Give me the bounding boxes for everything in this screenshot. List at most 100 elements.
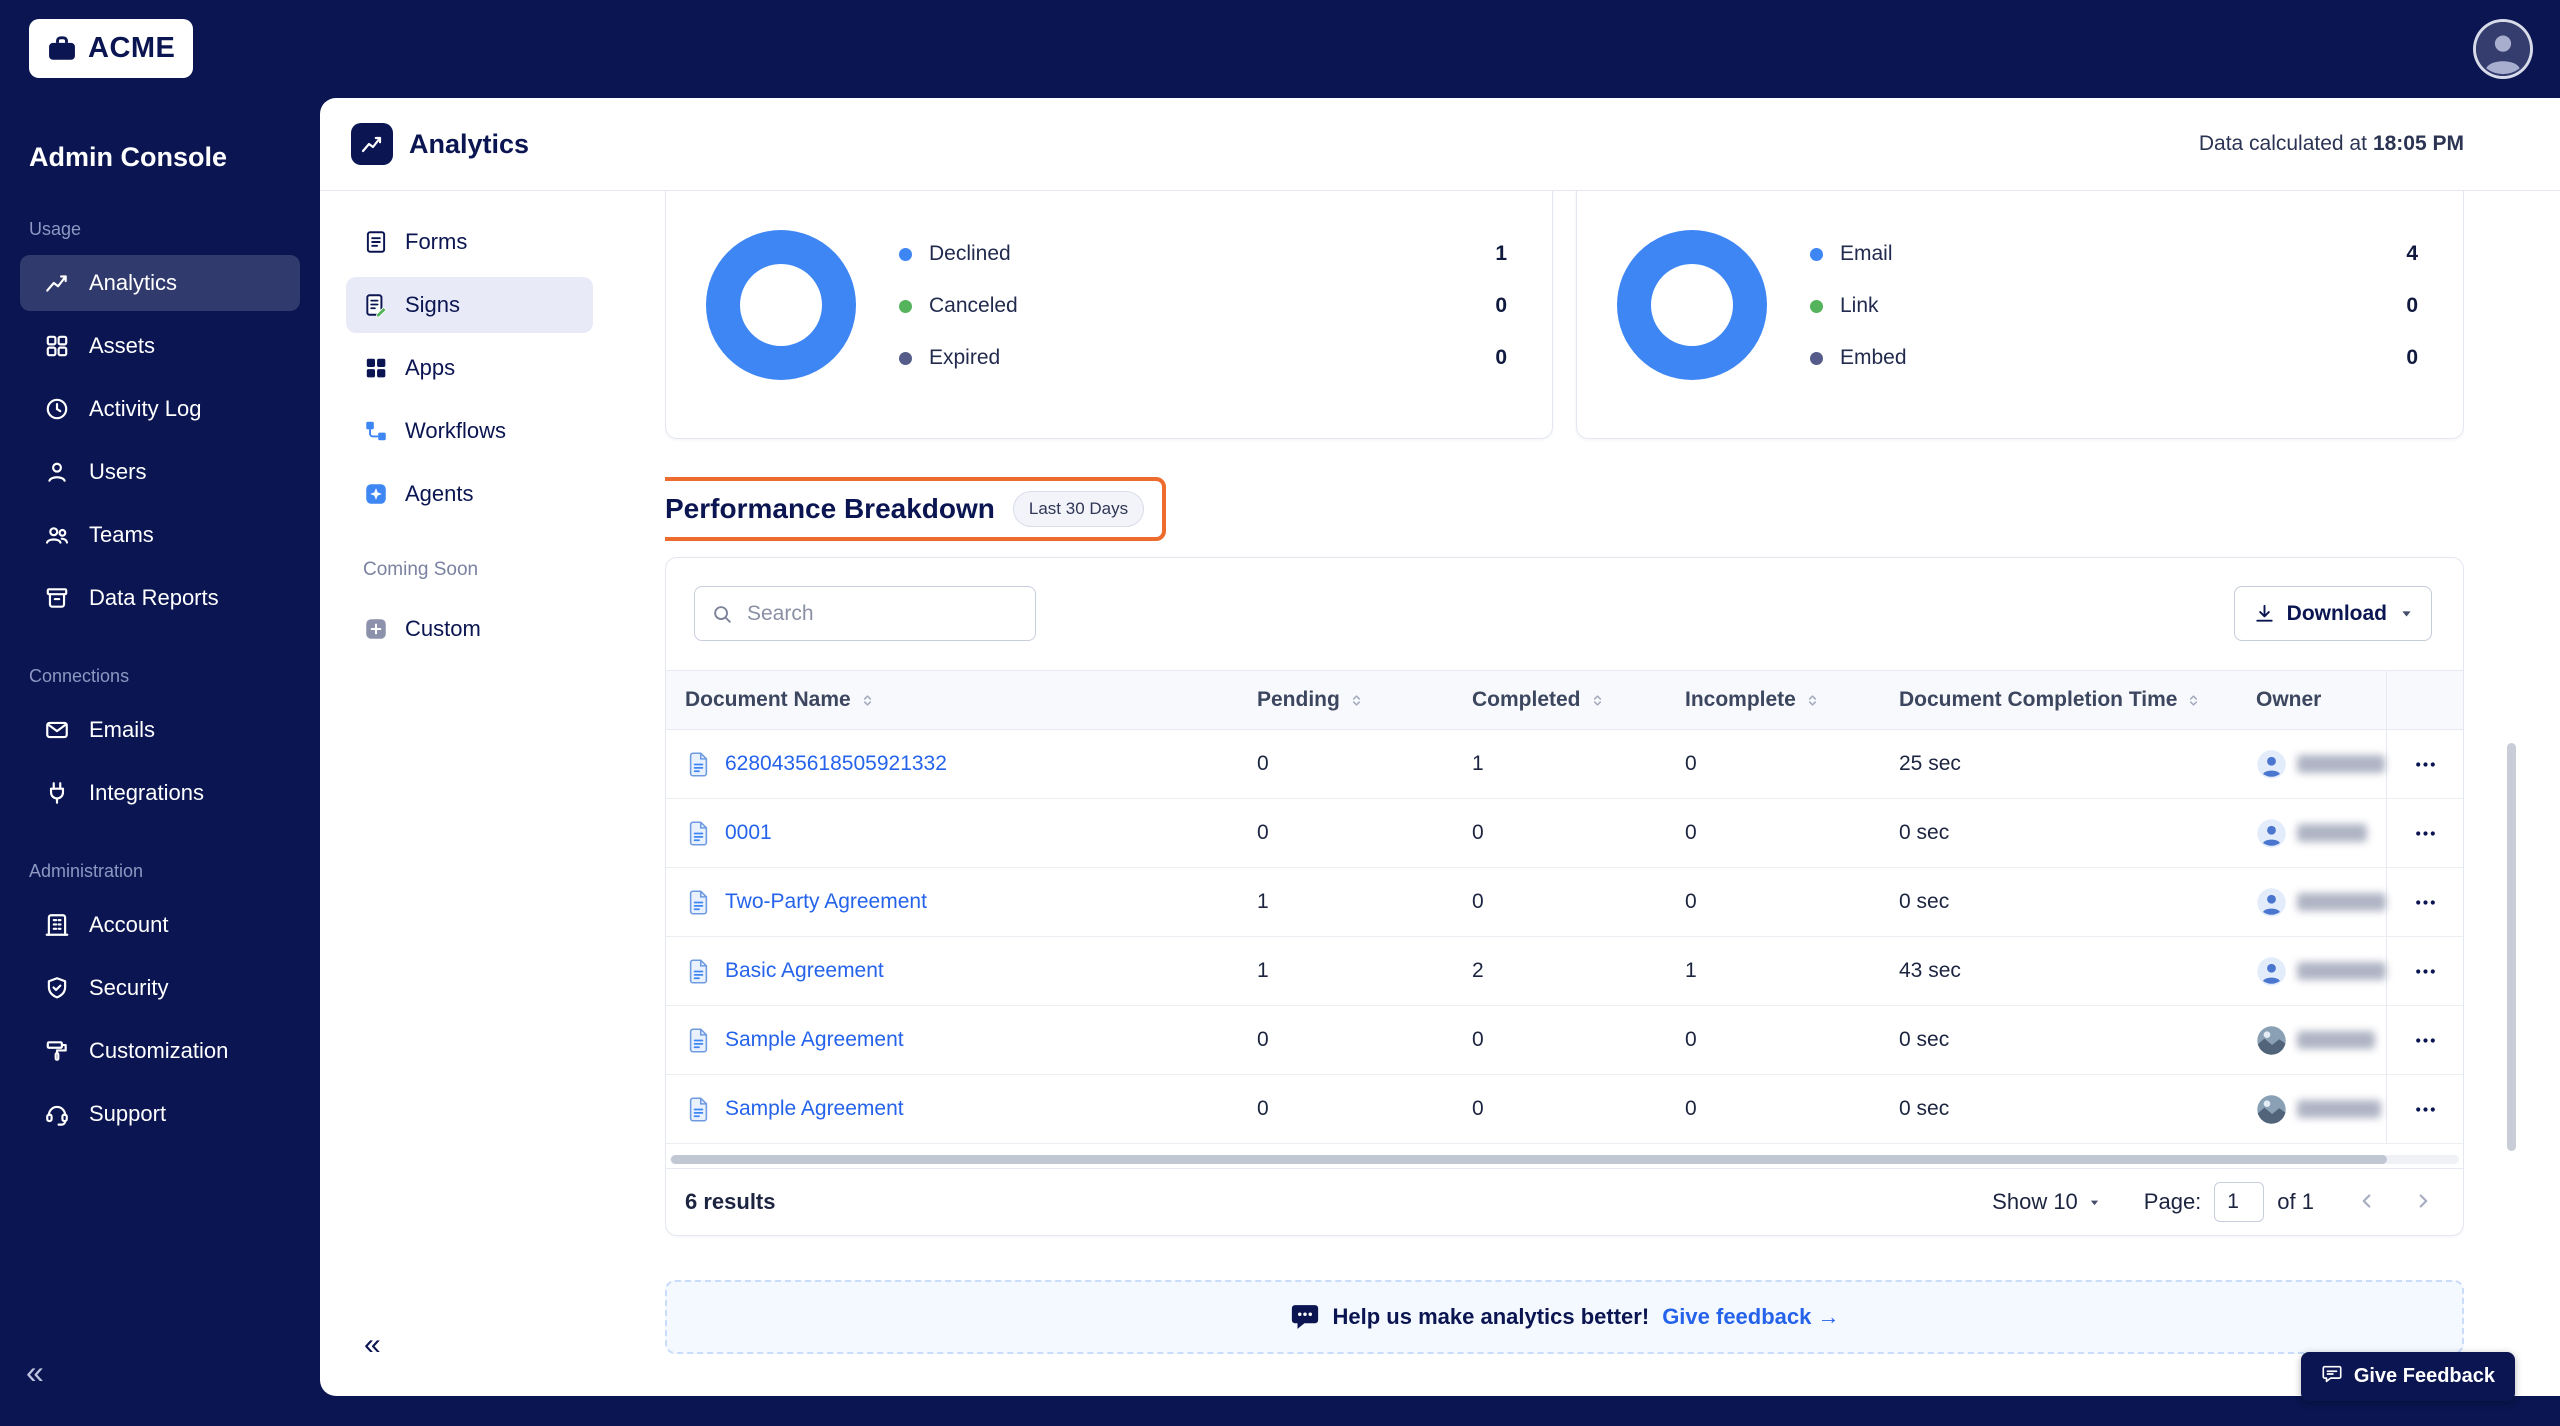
sidebar-item-label: Integrations: [89, 780, 204, 805]
donut-chart: [1617, 230, 1767, 380]
sidebar-item-activity-log[interactable]: Activity Log: [20, 381, 300, 437]
sidebar-item-label: Account: [89, 912, 169, 937]
column-header-document-name[interactable]: Document Name: [666, 671, 1238, 729]
owner-name-redacted: [2297, 755, 2385, 773]
subnav-item-label: Workflows: [405, 418, 507, 443]
give-feedback-button[interactable]: Give Feedback: [2300, 1352, 2515, 1401]
column-header-actions: [2386, 671, 2463, 729]
customization-icon: [44, 1038, 70, 1064]
next-page-button[interactable]: [2410, 1189, 2436, 1215]
cell-pending: 0: [1257, 1028, 1269, 1051]
sidebar-item-data-reports[interactable]: Data Reports: [20, 570, 300, 626]
subnav-item-apps[interactable]: Apps: [346, 340, 593, 396]
document-name-link[interactable]: Two-Party Agreement: [725, 890, 927, 914]
document-name-link[interactable]: 0001: [725, 821, 772, 845]
legend-label: Email: [1840, 242, 1893, 265]
donut-chart: [706, 230, 856, 380]
acme-logo[interactable]: ACME: [29, 19, 194, 78]
feedback-banner: Help us make analytics better! Give feed…: [665, 1280, 2464, 1354]
document-name-link[interactable]: Sample Agreement: [725, 1097, 904, 1121]
actions-cell: [2386, 868, 2463, 936]
cell-completion_time: 0 sec: [1899, 821, 1950, 844]
sidebar-item-teams[interactable]: Teams: [20, 507, 300, 563]
sidebar: Admin Console Usage Analytics Assets Activi…: [0, 98, 320, 1426]
column-header-owner: Owner: [2237, 671, 2386, 729]
column-header-document-completion-time[interactable]: Document Completion Time: [1880, 671, 2237, 729]
sidebar-item-emails[interactable]: Emails: [20, 702, 300, 758]
row-actions-button[interactable]: [2407, 1091, 2444, 1128]
previous-page-button[interactable]: [2354, 1189, 2380, 1215]
sort-icon: [860, 693, 875, 708]
legend-dot: [1810, 351, 1823, 365]
cell-completed: 1: [1472, 752, 1484, 775]
document-name-link[interactable]: Sample Agreement: [725, 1028, 904, 1052]
subnav-item-workflows[interactable]: Workflows: [346, 403, 593, 459]
cell-completion_time: 25 sec: [1899, 752, 1961, 775]
annotation-highlight-box: Performance Breakdown Last 30 Days: [665, 477, 1167, 541]
cell-pending: 0: [1257, 752, 1269, 775]
cell-completed: 0: [1472, 1028, 1484, 1051]
actions-cell: [2386, 1075, 2463, 1143]
table-header-row: Document Name Pending Completed Incomplete D…: [666, 670, 2463, 730]
sidebar-item-analytics[interactable]: Analytics: [20, 255, 300, 311]
user-avatar[interactable]: [2476, 22, 2530, 76]
owner-cell: [2237, 868, 2386, 936]
document-icon: [685, 1096, 712, 1123]
document-name-cell: Two-Party Agreement: [666, 868, 1238, 936]
page-number-input[interactable]: [2214, 1182, 2265, 1222]
vertical-scrollbar[interactable]: [2507, 743, 2516, 1151]
legend-row: Expired 0: [899, 343, 1507, 373]
sort-icon: [2186, 693, 2201, 708]
subnav-item-forms[interactable]: Forms: [346, 214, 593, 270]
table-row: Sample Agreement 0 0 0 0 sec: [666, 1075, 2463, 1144]
sidebar-item-customization[interactable]: Customization: [20, 1023, 300, 1079]
actions-cell: [2386, 1006, 2463, 1074]
owner-name-redacted: [2297, 1031, 2375, 1049]
table-toolbar: Download: [694, 586, 2432, 641]
sidebar-item-security[interactable]: Security: [20, 960, 300, 1016]
owner-name-redacted: [2297, 893, 2386, 911]
sidebar-item-assets[interactable]: Assets: [20, 318, 300, 374]
cell-incomplete: 0: [1685, 821, 1697, 844]
legend-label: Expired: [929, 346, 1001, 369]
sidebar-item-integrations[interactable]: Integrations: [20, 765, 300, 821]
horizontal-scrollbar[interactable]: [671, 1155, 2387, 1164]
show-per-page-select[interactable]: Show 10: [1992, 1189, 2102, 1215]
owner-name-redacted: [2297, 824, 2367, 842]
row-actions-button[interactable]: [2407, 1022, 2444, 1059]
sidebar-section-label: Administration: [29, 861, 144, 881]
document-name-link[interactable]: 6280435618505921332: [725, 752, 947, 776]
subnav-collapse-button[interactable]: «: [364, 1330, 381, 1360]
chat-outline-icon: [2321, 1363, 2343, 1391]
sidebar-item-users[interactable]: Users: [20, 444, 300, 500]
give-feedback-link[interactable]: Give feedback →: [1662, 1304, 1839, 1330]
apps-icon: [363, 355, 389, 381]
signs-icon: [363, 292, 389, 318]
panel-header: Analytics Data calculated at 18:05 PM: [320, 98, 2560, 191]
legend-dot: [899, 351, 912, 365]
row-actions-button[interactable]: [2407, 953, 2444, 990]
subnav-item-agents[interactable]: Agents: [346, 466, 593, 522]
sort-icon: [1590, 693, 1605, 708]
owner-photo-avatar: [2256, 1094, 2287, 1125]
sidebar-collapse-button[interactable]: «: [26, 1356, 44, 1388]
download-button[interactable]: Download: [2233, 586, 2432, 641]
column-header-incomplete[interactable]: Incomplete: [1666, 671, 1880, 729]
subnav-coming-list: Custom: [346, 601, 593, 657]
document-icon: [685, 958, 712, 985]
column-header-completed[interactable]: Completed: [1453, 671, 1666, 729]
row-actions-button[interactable]: [2407, 815, 2444, 852]
document-name-link[interactable]: Basic Agreement: [725, 959, 884, 983]
sidebar-item-support[interactable]: Support: [20, 1086, 300, 1142]
row-actions-button[interactable]: [2407, 884, 2444, 921]
subnav-item-custom[interactable]: Custom: [346, 601, 593, 657]
chevron-right-icon: [2412, 1190, 2434, 1215]
search-input[interactable]: [745, 600, 1021, 627]
sidebar-item-account[interactable]: Account: [20, 897, 300, 953]
column-header-label: Owner: [2256, 688, 2322, 711]
row-actions-button[interactable]: [2407, 746, 2444, 783]
subnav-item-signs[interactable]: Signs: [346, 277, 593, 333]
column-header-pending[interactable]: Pending: [1238, 671, 1453, 729]
download-icon: [2253, 602, 2276, 625]
cell-completion_time: 43 sec: [1899, 959, 1961, 982]
